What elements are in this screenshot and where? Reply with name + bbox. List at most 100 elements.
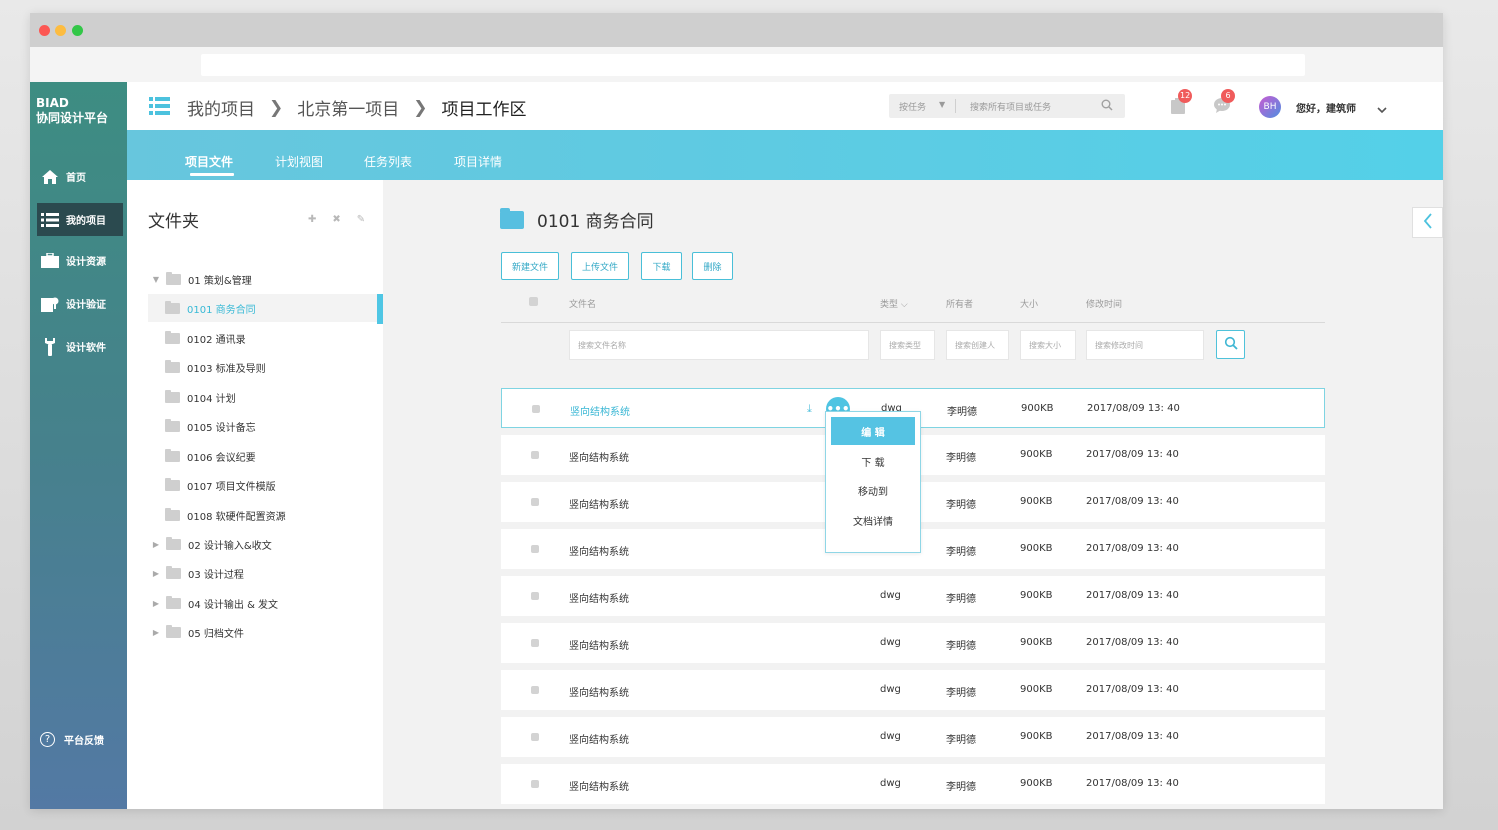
- caret-right-icon[interactable]: ▶: [151, 540, 161, 549]
- breadcrumb-my-projects[interactable]: 我的项目: [187, 95, 255, 120]
- new-file-button[interactable]: 新建文件: [501, 252, 559, 280]
- sidebar-item-design-verify[interactable]: 设计验证: [37, 287, 123, 320]
- file-modified: 2017/08/09 13: 40: [1086, 590, 1179, 601]
- tree-folder[interactable]: 0107 项目文件模版: [165, 471, 276, 499]
- tab-plan-view[interactable]: 计划视图: [275, 153, 323, 170]
- tree-folder[interactable]: 0104 计划: [165, 383, 236, 411]
- tree-folder[interactable]: ▶ 02 设计输入&收文: [151, 530, 272, 558]
- file-name[interactable]: 竖向结构系统: [569, 778, 629, 793]
- brand-line-2: 协同设计平台: [36, 111, 109, 125]
- file-name[interactable]: 竖向结构系统: [569, 449, 629, 464]
- caret-right-icon[interactable]: ▶: [151, 569, 161, 578]
- row-checkbox[interactable]: [531, 686, 539, 694]
- tree-folder[interactable]: 0105 设计备忘: [165, 412, 256, 440]
- tree-folder[interactable]: ▶ 05 归档文件: [151, 618, 244, 646]
- tree-folder-selected[interactable]: 0101 商务合同: [148, 294, 377, 322]
- search-icon[interactable]: [1101, 99, 1113, 114]
- row-checkbox[interactable]: [531, 498, 539, 506]
- tab-project-details[interactable]: 项目详情: [454, 153, 502, 170]
- menu-item-download[interactable]: 下 载: [831, 447, 915, 475]
- tab-project-files[interactable]: 项目文件: [185, 153, 233, 170]
- sidebar-item-my-projects[interactable]: 我的项目: [37, 203, 123, 236]
- delete-icon[interactable]: ✖: [332, 214, 340, 225]
- close-window-button[interactable]: [39, 25, 50, 36]
- file-name[interactable]: 竖向结构系统: [569, 590, 629, 605]
- column-header-modified[interactable]: 修改时间: [1086, 297, 1122, 310]
- title-bar: [30, 13, 1443, 47]
- folder-icon: [165, 507, 180, 521]
- table-row[interactable]: 竖向结构系统 dwg 李明德 900KB 2017/08/09 13: 40: [501, 670, 1325, 710]
- file-name[interactable]: 竖向结构系统: [569, 496, 629, 511]
- filter-name-input[interactable]: 搜索文件名称: [569, 330, 869, 360]
- avatar[interactable]: BH: [1259, 96, 1281, 118]
- row-checkbox[interactable]: [531, 592, 539, 600]
- caret-down-icon[interactable]: ▼: [151, 275, 161, 284]
- sidebar-item-design-resources[interactable]: 设计资源: [37, 244, 123, 277]
- breadcrumb-project[interactable]: 北京第一项目: [297, 95, 399, 120]
- file-type: dwg: [880, 637, 901, 648]
- caret-down-icon[interactable]: ▼: [939, 100, 945, 109]
- maximize-window-button[interactable]: [72, 25, 83, 36]
- column-header-type[interactable]: 类型 ⌵: [880, 297, 908, 310]
- column-header-size[interactable]: 大小: [1020, 297, 1038, 310]
- tree-folder[interactable]: 0103 标准及导则: [165, 353, 266, 381]
- minimize-window-button[interactable]: [55, 25, 66, 36]
- file-name[interactable]: 竖向结构系统: [569, 731, 629, 746]
- table-row[interactable]: 竖向结构系统 dwg 李明德 900KB 2017/08/09 13: 40: [501, 717, 1325, 757]
- column-header-owner[interactable]: 所有者: [946, 297, 973, 310]
- row-checkbox[interactable]: [531, 733, 539, 741]
- row-checkbox[interactable]: [531, 780, 539, 788]
- feedback-link[interactable]: ? 平台反馈: [40, 732, 104, 747]
- file-name[interactable]: 竖向结构系统: [569, 637, 629, 652]
- delete-button[interactable]: 删除: [692, 252, 733, 280]
- user-greeting[interactable]: 您好，建筑师: [1296, 100, 1356, 115]
- file-name[interactable]: 竖向结构系统: [569, 543, 629, 558]
- caret-right-icon[interactable]: ▶: [151, 628, 161, 637]
- folder-icon: [165, 477, 180, 491]
- menu-icon[interactable]: [149, 97, 170, 119]
- tab-task-list[interactable]: 任务列表: [364, 153, 412, 170]
- notifications-button[interactable]: 12: [1171, 89, 1193, 118]
- table-row[interactable]: 竖向结构系统 dwg 李明德 900KB 2017/08/09 13: 40: [501, 623, 1325, 663]
- file-name[interactable]: 竖向结构系统: [569, 684, 629, 699]
- row-checkbox[interactable]: [531, 451, 539, 459]
- file-name[interactable]: 竖向结构系统: [570, 403, 630, 418]
- tree-folder[interactable]: ▶ 04 设计输出 & 发文: [151, 589, 278, 617]
- messages-button[interactable]: 6: [1214, 89, 1235, 117]
- filter-type-input[interactable]: 搜索类型: [880, 330, 935, 360]
- filter-modified-input[interactable]: 搜索修改时间: [1086, 330, 1204, 360]
- menu-item-edit[interactable]: 编 辑: [831, 417, 915, 445]
- column-header-name[interactable]: 文件名: [569, 297, 596, 310]
- row-checkbox[interactable]: [531, 545, 539, 553]
- tree-folder[interactable]: 0106 会议纪要: [165, 442, 256, 470]
- collapse-panel-button[interactable]: [1412, 207, 1443, 238]
- edit-icon[interactable]: ✎: [357, 214, 365, 225]
- folder-panel: 文件夹 ✚ ✖ ✎ ▼ 01 策划&管理 0101 商务合同 0102 通讯录 …: [127, 180, 383, 809]
- row-context-menu: 编 辑 下 载 移动到 文档详情: [825, 411, 921, 553]
- tree-folder[interactable]: 0108 软硬件配置资源: [165, 501, 286, 529]
- download-icon[interactable]: ⤓: [807, 402, 812, 416]
- menu-item-document-details[interactable]: 文档详情: [831, 506, 915, 534]
- tree-folder[interactable]: 0102 通讯录: [165, 324, 246, 352]
- row-checkbox[interactable]: [532, 405, 540, 413]
- tree-folder[interactable]: ▶ 03 设计过程: [151, 559, 244, 587]
- search-scope-select[interactable]: 按任务: [899, 100, 926, 113]
- sidebar-item-design-software[interactable]: 设计软件: [37, 330, 123, 363]
- select-all-checkbox[interactable]: [529, 297, 538, 306]
- chevron-down-icon[interactable]: [1377, 99, 1387, 118]
- search-input[interactable]: 搜索所有项目或任务: [970, 100, 1051, 113]
- row-checkbox[interactable]: [531, 639, 539, 647]
- tree-folder[interactable]: ▼ 01 策划&管理: [151, 265, 371, 293]
- caret-right-icon[interactable]: ▶: [151, 599, 161, 608]
- filter-search-button[interactable]: [1216, 330, 1245, 359]
- add-icon[interactable]: ✚: [308, 214, 316, 225]
- upload-file-button[interactable]: 上传文件: [571, 252, 629, 280]
- filter-owner-input[interactable]: 搜索创建人: [946, 330, 1009, 360]
- address-bar[interactable]: [201, 54, 1305, 76]
- filter-size-input[interactable]: 搜索大小: [1020, 330, 1076, 360]
- sidebar-item-home[interactable]: 首页: [37, 160, 123, 193]
- download-button[interactable]: 下载: [641, 252, 682, 280]
- menu-item-move-to[interactable]: 移动到: [831, 476, 915, 504]
- table-row[interactable]: 竖向结构系统 dwg 李明德 900KB 2017/08/09 13: 40: [501, 764, 1325, 804]
- table-row[interactable]: 竖向结构系统 dwg 李明德 900KB 2017/08/09 13: 40: [501, 576, 1325, 616]
